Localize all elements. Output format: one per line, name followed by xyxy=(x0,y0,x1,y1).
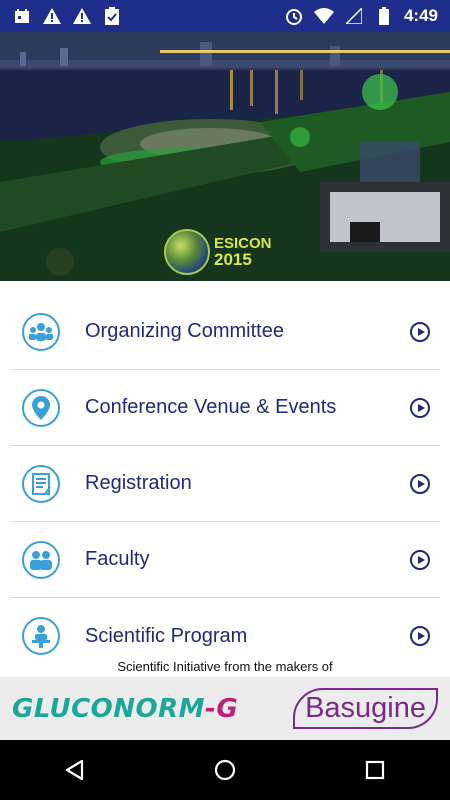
warning-icon xyxy=(42,6,62,26)
chevron-right-icon xyxy=(410,626,430,646)
clock-time: 4:49 xyxy=(403,6,438,25)
chevron-right-icon xyxy=(410,473,430,494)
status-bar: 4:49 xyxy=(0,0,450,32)
back-triangle-icon xyxy=(65,759,84,781)
chevron-right-icon xyxy=(410,397,430,418)
menu-item-label: Registration xyxy=(85,472,192,494)
alarm-icon xyxy=(284,6,304,26)
menu-item-organizing-committee[interactable]: Organizing Committee xyxy=(10,294,440,370)
esicon-logo: ESICON 2015 xyxy=(164,229,272,275)
location-pin-icon xyxy=(22,388,60,427)
sponsor-banner[interactable]: GLUCONORM-G Basugine xyxy=(0,677,450,740)
menu-item-label: Organizing Committee xyxy=(85,320,284,342)
sponsor-tagline: Scientific Initiative from the makers of xyxy=(0,659,450,677)
logo-year: 2015 xyxy=(214,250,252,269)
home-circle-icon xyxy=(214,759,236,781)
calendar-icon xyxy=(12,6,32,26)
warning-icon xyxy=(72,6,92,26)
menu-item-label: Faculty xyxy=(85,548,150,570)
faculty-people-icon xyxy=(22,540,60,579)
logo-name: ESICON xyxy=(214,235,272,252)
menu-item-faculty[interactable]: Faculty xyxy=(10,522,440,598)
battery-icon xyxy=(374,6,394,26)
recents-square-icon xyxy=(365,760,385,780)
gluconorm-brand: GLUCONORM-G xyxy=(12,694,238,724)
chevron-right-icon xyxy=(410,549,430,570)
menu-item-label: Scientific Program xyxy=(85,624,248,647)
globe-logo-icon xyxy=(164,229,210,275)
menu-item-label: Conference Venue & Events xyxy=(85,396,337,418)
signal-icon xyxy=(344,6,364,26)
gluconorm-brand-suffix: -G xyxy=(205,693,239,724)
committee-icon xyxy=(22,312,60,351)
android-nav-bar xyxy=(0,740,450,800)
wifi-icon xyxy=(313,6,334,26)
gluconorm-brand-main: GLUCONORM xyxy=(12,693,206,724)
chevron-right-icon xyxy=(410,321,430,342)
clipboard-check-icon xyxy=(102,6,122,26)
registration-form-icon xyxy=(22,464,60,503)
recents-button[interactable] xyxy=(355,750,395,790)
menu-item-registration[interactable]: Registration xyxy=(10,446,440,522)
main-menu: Organizing Committee Conference Venue & … xyxy=(0,294,450,674)
home-button[interactable] xyxy=(205,750,245,790)
header-banner-image: ESICON 2015 xyxy=(0,32,450,281)
menu-item-conference-venue[interactable]: Conference Venue & Events xyxy=(10,370,440,446)
back-button[interactable] xyxy=(55,750,95,790)
basugine-brand: Basugine xyxy=(293,688,438,729)
presenter-icon xyxy=(22,617,60,655)
